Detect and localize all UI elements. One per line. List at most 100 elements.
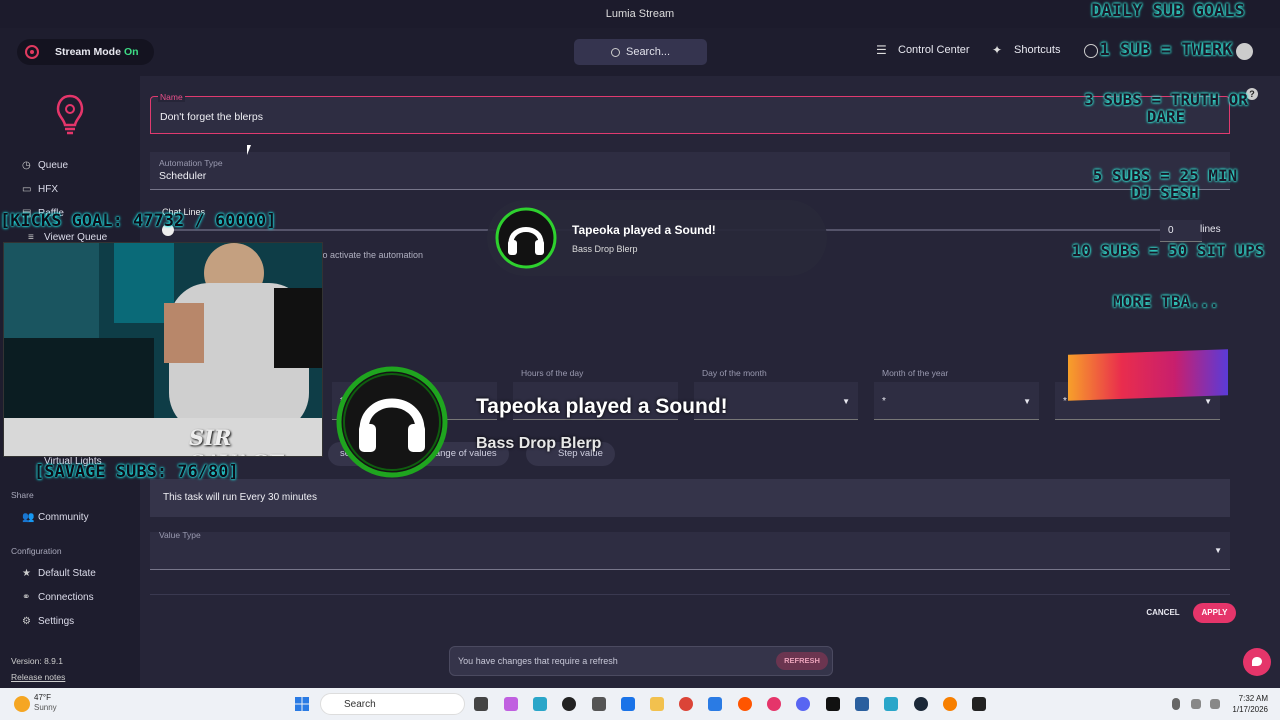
toast-title: Tapeoka played a Sound! (572, 223, 716, 237)
gear-icon: ⚙ (22, 615, 31, 627)
task-summary: This task will run Every 30 minutes (150, 479, 1230, 517)
activate-hint: to activate the automation (320, 250, 424, 260)
steam-icon[interactable] (914, 697, 928, 711)
sound-toast: Tapeoka played a Sound! Bass Drop Blerp (487, 200, 827, 276)
sidebar-item-label: Community (38, 512, 89, 523)
chevron-down-icon: ▼ (1204, 397, 1212, 406)
shortcuts-button[interactable]: ✦ Shortcuts (992, 44, 1060, 56)
cancel-button[interactable]: CANCEL (1143, 604, 1183, 622)
task-view-icon[interactable] (474, 697, 488, 711)
webcam-name-label: SIR SAVAGE (189, 425, 284, 456)
lumia-taskbar-icon[interactable] (767, 697, 781, 711)
sidebar-item-hfx[interactable]: ▭ HFX (22, 184, 58, 195)
chevron-down-icon: ▼ (1214, 546, 1222, 555)
app-icon[interactable] (855, 697, 869, 711)
cron-label: Hours of the day (521, 368, 584, 378)
chat-lines-input[interactable]: 0 (1160, 220, 1202, 242)
webcam-overlay: SIR SAVAGE (3, 242, 323, 457)
cron-label: Day of the month (702, 368, 767, 378)
app-icon[interactable] (972, 697, 986, 711)
weather-widget[interactable]: 47°F Sunny (34, 693, 57, 713)
chevron-down-icon: ▼ (842, 397, 850, 406)
sun-icon (14, 696, 30, 712)
app-icon[interactable] (943, 697, 957, 711)
chevron-down-icon: ▼ (1023, 397, 1031, 406)
copilot-icon[interactable] (504, 697, 518, 711)
sidebar-item-default-state[interactable]: ★ Default State (22, 568, 96, 579)
kicks-goal-text: KICKS GOAL: 47732 / 60000 (10, 211, 267, 231)
app-icon[interactable] (708, 697, 722, 711)
weather-temp: 47°F (34, 693, 51, 702)
sliders-icon: ☰ (876, 43, 887, 57)
windows-taskbar: 47°F Sunny Search 7:32 AM 1/17/2026 (0, 688, 1280, 720)
cron-value: * (1063, 396, 1067, 407)
clock-time: 7:32 AM (1238, 694, 1268, 703)
microphone-icon[interactable] (1172, 698, 1180, 710)
value-type-select[interactable]: Value Type ▼ (150, 530, 1230, 570)
automation-type-select[interactable]: Automation Type Scheduler (150, 152, 1230, 190)
name-field[interactable]: Name Don't forget the blerps (150, 92, 1230, 134)
sidebar-item-label: Default State (38, 568, 96, 579)
connections-icon: ⚭ (22, 591, 31, 603)
lightbulb-icon: ✦ (992, 43, 1003, 57)
refresh-button[interactable]: REFRESH (776, 652, 828, 670)
stream-mode-label: Stream Mode (55, 46, 121, 58)
toast-subtitle: Bass Drop Blerp (572, 244, 638, 254)
clock-date: 1/17/2026 (1232, 705, 1268, 714)
apply-button[interactable]: APPLY (1193, 603, 1236, 623)
mouse-cursor (247, 145, 251, 155)
alert-subtitle: Bass Drop Blerp (476, 435, 602, 452)
sidebar-item-community[interactable]: 👥 Community (22, 512, 89, 523)
shortcuts-label: Shortcuts (1014, 44, 1061, 56)
alert-title: Tapeoka played a Sound! (476, 395, 728, 418)
daily-goals-title: DAILY SUB GOALS (1091, 1, 1245, 21)
sidebar-item-connections[interactable]: ⚭ Connections (22, 592, 94, 603)
taskbar-search[interactable]: Search (320, 693, 465, 715)
version-label: Version: 8.9.1 (11, 656, 63, 666)
app-icon[interactable] (562, 697, 576, 711)
notifications-icon[interactable] (1084, 44, 1098, 58)
windows-start-icon[interactable] (295, 697, 309, 711)
control-center-label: Control Center (898, 44, 970, 56)
app-icon[interactable] (592, 697, 606, 711)
app-icon[interactable] (621, 697, 635, 711)
automation-type-value: Scheduler (159, 170, 207, 182)
refresh-banner: You have changes that require a refresh … (449, 646, 833, 676)
name-field-value: Don't forget the blerps (160, 111, 263, 123)
sidebar-item-settings[interactable]: ⚙ Settings (22, 616, 74, 627)
sidebar-item-label: HFX (38, 184, 58, 195)
avatar[interactable] (1236, 43, 1253, 60)
sidebar-item-label: Connections (38, 592, 94, 603)
people-icon: 👥 (22, 511, 35, 523)
automation-type-label: Automation Type (159, 158, 223, 168)
volume-icon[interactable] (1210, 699, 1220, 709)
sidebar-item-label: Settings (38, 616, 75, 627)
monitor-app-icon[interactable] (533, 697, 547, 711)
gradient-overlay (1068, 349, 1228, 401)
kicks-goal-label: [KICKS GOAL: 47732 / 60000] (0, 211, 277, 231)
chrome-icon[interactable] (679, 697, 693, 711)
wifi-icon[interactable] (1191, 699, 1201, 709)
search-button[interactable]: Search... (574, 39, 707, 65)
capcut-icon[interactable] (826, 697, 840, 711)
file-explorer-icon[interactable] (650, 697, 664, 711)
stream-mode-toggle[interactable]: Stream Mode On (17, 39, 154, 65)
cron-label: Month of the year (882, 368, 949, 378)
notepad-icon[interactable] (884, 697, 898, 711)
clock-icon: ◷ (22, 159, 31, 171)
goal-3-subs: 3 SUBS = TRUTH OR DARE (1084, 90, 1248, 126)
chat-support-button[interactable] (1243, 648, 1271, 676)
search-label: Search... (625, 46, 671, 58)
release-notes-link[interactable]: Release notes (11, 672, 65, 682)
sidebar-item-queue[interactable]: ◷ Queue (22, 160, 68, 171)
control-center-button[interactable]: ☰ Control Center (876, 44, 970, 56)
goal-10-subs: 10 SUBS = 50 SIT UPS (1071, 241, 1265, 260)
headphones-icon (495, 207, 557, 269)
taskbar-clock[interactable]: 7:32 AM 1/17/2026 (1232, 693, 1268, 715)
lines-unit-label: lines (1200, 224, 1221, 235)
lumia-stream-window: { "window": {"title": "Lumia Stream"}, "… (0, 0, 1280, 720)
soundcloud-icon[interactable] (738, 697, 752, 711)
configuration-section-label: Configuration (11, 546, 62, 556)
discord-icon[interactable] (796, 697, 810, 711)
cron-month-select[interactable]: Month of the year * ▼ (874, 368, 1039, 420)
